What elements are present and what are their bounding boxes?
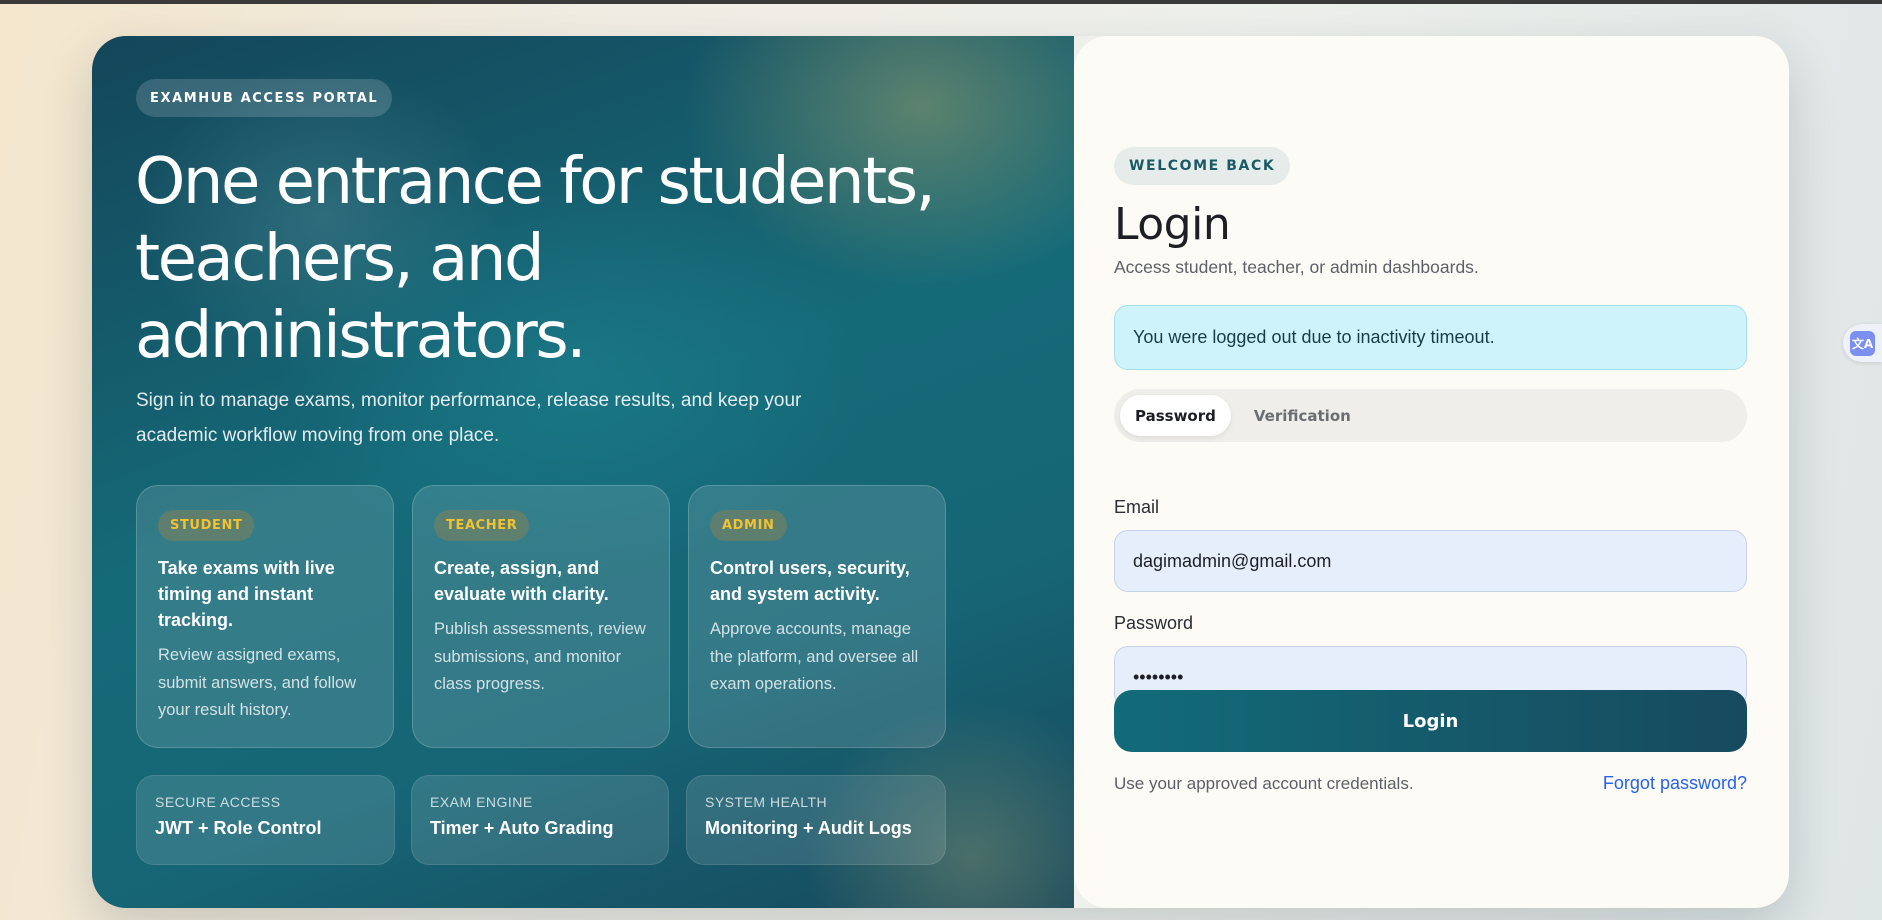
stat-exam-engine: EXAM ENGINE Timer + Auto Grading [411,775,669,865]
stat-system-health: SYSTEM HEALTH Monitoring + Audit Logs [686,775,946,865]
login-description: Access student, teacher, or admin dashbo… [1114,257,1479,277]
role-badge: ADMIN [710,510,787,541]
role-card-text: Approve accounts, manage the platform, a… [710,620,919,693]
stat-value: Timer + Auto Grading [430,818,614,838]
tab-verification[interactable]: Verification [1239,395,1366,436]
login-shell: EXAMHUB ACCESS PORTAL One entrance for s… [92,36,1789,908]
welcome-badge: WELCOME BACK [1114,147,1291,185]
hero-subtitle: Sign in to manage exams, monitor perform… [136,390,802,446]
role-badge: TEACHER [434,510,530,541]
forgot-password-link[interactable]: Forgot password? [1603,773,1747,794]
stat-value: Monitoring + Audit Logs [705,818,912,838]
password-label: Password [1114,613,1194,633]
role-badge: STUDENT [158,510,255,541]
role-card-title: Create, assign, and evaluate with clarit… [434,558,609,604]
stat-label: EXAM ENGINE [430,794,533,810]
translate-icon: 文A [1850,330,1875,356]
stat-value: JWT + Role Control [155,818,322,838]
role-card-text: Review assigned exams, submit answers, a… [158,646,357,719]
stat-secure-access: SECURE ACCESS JWT + Role Control [136,775,395,865]
role-card-student: STUDENT Take exams with live timing and … [136,485,394,748]
role-card-admin: ADMIN Control users, security, and syste… [688,485,946,748]
role-card-teacher: TEACHER Create, assign, and evaluate wit… [412,485,670,748]
login-method-tabs: Password Verification [1114,389,1747,442]
credentials-hint: Use your approved account credentials. [1114,774,1414,793]
login-title: Login [1114,199,1231,250]
hero-panel: EXAMHUB ACCESS PORTAL One entrance for s… [92,36,1074,908]
timeout-alert: You were logged out due to inactivity ti… [1114,305,1747,370]
window-top-border [0,0,1882,4]
role-card-title: Take exams with live timing and instant … [158,558,335,630]
role-card-title: Control users, security, and system acti… [710,558,910,604]
translate-extension-button[interactable]: 文A [1843,324,1882,362]
email-field[interactable] [1114,530,1747,592]
login-panel: WELCOME BACK Login Access student, teach… [1074,36,1789,908]
stat-label: SYSTEM HEALTH [705,794,828,810]
tab-password[interactable]: Password [1120,395,1231,436]
portal-badge: EXAMHUB ACCESS PORTAL [136,79,393,117]
stat-label: SECURE ACCESS [155,794,281,810]
hero-headline: One entrance for students, teachers, and… [135,145,936,373]
email-label: Email [1114,497,1160,517]
role-card-text: Publish assessments, review submissions,… [434,620,646,693]
login-button[interactable]: Login [1114,690,1747,752]
